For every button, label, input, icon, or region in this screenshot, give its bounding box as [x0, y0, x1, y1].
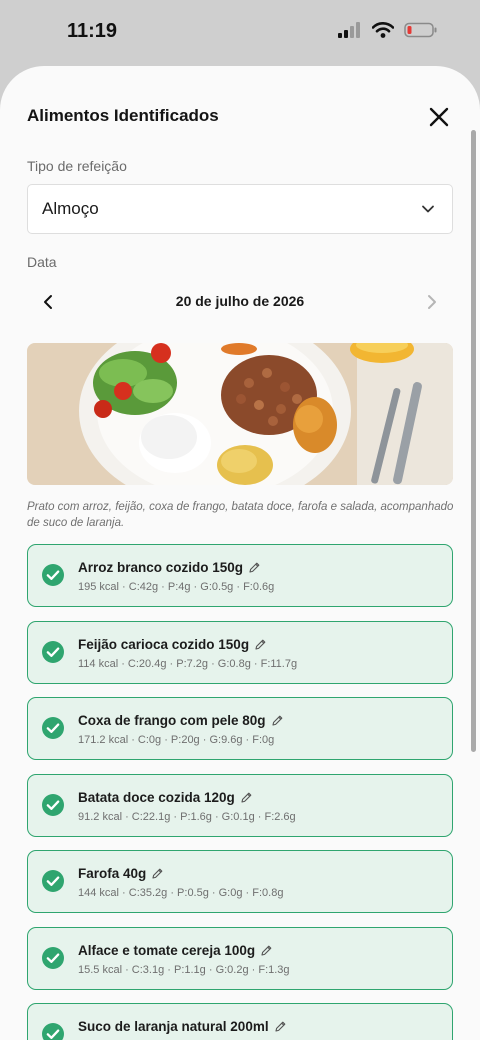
chevron-right-icon[interactable] [425, 294, 439, 310]
pencil-edit-icon[interactable] [248, 561, 261, 574]
status-time: 11:19 [67, 20, 118, 42]
food-macros: 15.5 kcal · C:3.1g · P:1.1g · G:0.2g · F… [78, 963, 290, 976]
food-item[interactable]: Suco de laranja natural 200ml [27, 1003, 453, 1040]
check-circle-icon[interactable] [41, 869, 65, 893]
check-circle-icon[interactable] [41, 640, 65, 664]
food-macros: 114 kcal · C:20.4g · P:7.2g · G:0.8g · F… [78, 657, 298, 670]
food-macros: 144 kcal · C:35.2g · P:0.5g · G:0g · F:0… [78, 887, 284, 899]
food-macros: 91.2 kcal · C:22.1g · P:1.6g · G:0.1g · … [78, 810, 296, 823]
food-name: Coxa de frango com pele 80g [78, 713, 266, 728]
date-value: 20 de julho de 2026 [175, 293, 305, 309]
cellular-signal-icon [338, 22, 360, 38]
meal-type-label: Tipo de refeição [27, 158, 127, 174]
scrollbar[interactable] [471, 130, 476, 752]
date-label: Data [27, 254, 57, 270]
status-bar: 11:19 [0, 0, 480, 66]
food-sheet: Alimentos Identificados Tipo de refeição… [0, 66, 480, 1040]
sheet-title: Alimentos Identificados [27, 106, 219, 125]
close-icon[interactable] [426, 104, 452, 130]
status-icons [338, 22, 438, 38]
food-item[interactable]: Coxa de frango com pele 80g 171.2 kcal · … [27, 697, 453, 760]
food-name-row: Farofa 40g [78, 866, 164, 881]
food-name-row: Suco de laranja natural 200ml [78, 1019, 287, 1034]
food-macros: 171.2 kcal · C:0g · P:20g · G:9.6g · F:0… [78, 734, 275, 746]
meal-type-select[interactable]: Almoço [27, 184, 453, 234]
pencil-edit-icon[interactable] [260, 944, 273, 957]
food-item[interactable]: Alface e tomate cereja 100g 15.5 kcal · C… [27, 926, 453, 990]
food-macros: 195 kcal · C:42g · P:4g · G:0.5g · F:0.6… [78, 581, 275, 593]
food-item[interactable]: Feijão carioca cozido 150g 114 kcal · C:2… [27, 620, 453, 684]
chevron-down-icon [422, 205, 434, 213]
food-name: Suco de laranja natural 200ml [78, 1019, 269, 1034]
pencil-edit-icon[interactable] [271, 714, 284, 727]
food-item[interactable]: Farofa 40g 144 kcal · C:35.2g · P:0.5g · … [27, 850, 453, 913]
pencil-edit-icon[interactable] [151, 867, 164, 880]
food-name: Feijão carioca cozido 150g [78, 636, 250, 652]
meal-type-value: Almoço [42, 199, 99, 218]
meal-photo [27, 343, 453, 485]
check-circle-icon[interactable] [41, 716, 65, 740]
battery-low-icon [404, 22, 437, 38]
food-name-row: Arroz branco cozido 150g [78, 560, 261, 575]
check-circle-icon[interactable] [41, 1022, 65, 1040]
food-name: Farofa 40g [78, 866, 147, 881]
check-circle-icon[interactable] [41, 946, 65, 970]
food-name-row: Alface e tomate cereja 100g [78, 943, 273, 958]
food-name-row: Batata doce cozida 120g [78, 790, 253, 805]
meal-description: Prato com arroz, feijão, coxa de frango,… [27, 501, 454, 529]
food-name-row: Coxa de frango com pele 80g [78, 713, 284, 728]
food-name: Arroz branco cozido 150g [78, 560, 244, 575]
check-circle-icon[interactable] [41, 793, 65, 817]
food-name: Batata doce cozida 120g [78, 789, 235, 805]
wifi-icon [372, 22, 394, 38]
date-picker: 20 de julho de 2026 [27, 286, 453, 318]
food-item[interactable]: Batata doce cozida 120g 91.2 kcal · C:22.… [27, 773, 453, 837]
pencil-edit-icon[interactable] [240, 791, 253, 804]
food-item[interactable]: Arroz branco cozido 150g 195 kcal · C:42g… [27, 544, 453, 607]
food-name: Alface e tomate cereja 100g [78, 942, 256, 958]
pencil-edit-icon[interactable] [254, 638, 267, 651]
food-list: Arroz branco cozido 150g 195 kcal · C:42g… [27, 544, 453, 1040]
food-name-row: Feijão carioca cozido 150g [78, 637, 267, 652]
pencil-edit-icon[interactable] [274, 1020, 287, 1033]
check-circle-icon[interactable] [41, 563, 65, 587]
